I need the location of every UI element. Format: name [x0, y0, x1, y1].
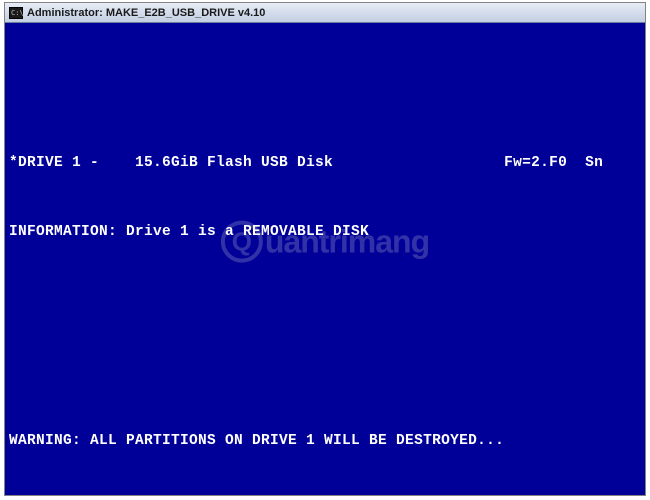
cmd-icon: C:\: [9, 7, 23, 19]
removable-info-line: INFORMATION: Drive 1 is a REMOVABLE DISK: [9, 221, 645, 244]
blank-line: [9, 291, 645, 314]
blank-line: [9, 360, 645, 383]
window-title: Administrator: MAKE_E2B_USB_DRIVE v4.10: [27, 7, 265, 19]
warning-line: WARNING: ALL PARTITIONS ON DRIVE 1 WILL …: [9, 430, 645, 453]
console-content: *DRIVE 1 - 15.6GiB Flash USB Disk Fw=2.F…: [5, 69, 645, 495]
drive-info-line: *DRIVE 1 - 15.6GiB Flash USB Disk Fw=2.F…: [9, 152, 645, 175]
titlebar[interactable]: C:\ Administrator: MAKE_E2B_USB_DRIVE v4…: [5, 3, 645, 23]
svg-text:C:\: C:\: [11, 9, 23, 17]
console-window: C:\ Administrator: MAKE_E2B_USB_DRIVE v4…: [4, 2, 646, 496]
console-area[interactable]: *DRIVE 1 - 15.6GiB Flash USB Disk Fw=2.F…: [5, 23, 645, 495]
